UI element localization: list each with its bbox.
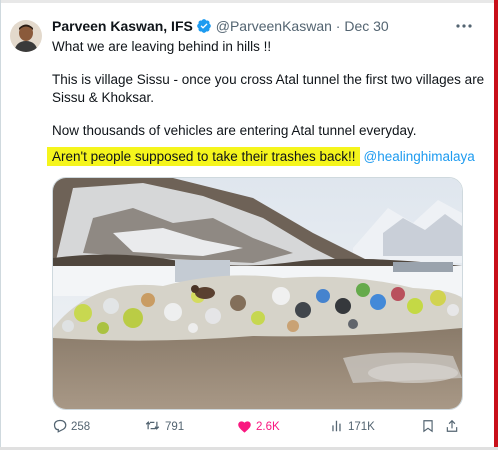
tweet-text-line: This is village Sissu - once you cross A…: [52, 72, 485, 87]
header-separator: ·: [335, 18, 341, 34]
views-bar-chart-icon: [330, 419, 348, 436]
tweet-actions: 258 791 2.6K 171K: [52, 418, 462, 436]
retweet-button[interactable]: 791: [144, 418, 184, 436]
retweet-icon: [144, 418, 165, 436]
more-options-icon[interactable]: [454, 18, 474, 34]
tweet-text-line-highlighted: Aren't people supposed to take their tra…: [47, 147, 475, 166]
tweet-text-line: Sissu & Khoksar.: [52, 90, 155, 105]
reply-icon: [52, 418, 71, 436]
retweet-count: 791: [165, 421, 185, 433]
window-top-edge: [0, 0, 498, 3]
tweet-date[interactable]: Dec 30: [344, 18, 388, 34]
author-handle[interactable]: @ParveenKaswan: [216, 18, 332, 34]
share-button[interactable]: [445, 418, 463, 436]
author-avatar[interactable]: [10, 20, 42, 52]
share-upload-icon: [445, 418, 463, 437]
reply-count: 258: [71, 421, 91, 433]
like-count: 2.6K: [256, 421, 280, 433]
tweet-photo[interactable]: [52, 177, 463, 410]
tweet-text-line: Now thousands of vehicles are entering A…: [52, 123, 417, 138]
reply-button[interactable]: 258: [52, 418, 90, 436]
tweet-text-line: What we are leaving behind in hills !!: [52, 39, 272, 54]
views-count: 171K: [348, 421, 375, 433]
author-name[interactable]: Parveen Kaswan, IFS: [52, 18, 193, 34]
bookmark-button[interactable]: [421, 418, 439, 436]
views-button[interactable]: 171K: [330, 418, 375, 436]
window-left-edge: [0, 0, 1, 450]
mention-link[interactable]: @healinghimalaya: [364, 149, 475, 164]
tweet-header: Parveen Kaswan, IFS @ParveenKaswan · Dec…: [52, 17, 389, 38]
window-right-border: [494, 0, 498, 450]
heart-filled-icon: [237, 419, 256, 436]
bookmark-icon: [421, 418, 439, 437]
verified-badge-icon: [196, 18, 212, 38]
like-button[interactable]: 2.6K: [237, 418, 280, 436]
highlighted-text: Aren't people supposed to take their tra…: [47, 147, 360, 166]
